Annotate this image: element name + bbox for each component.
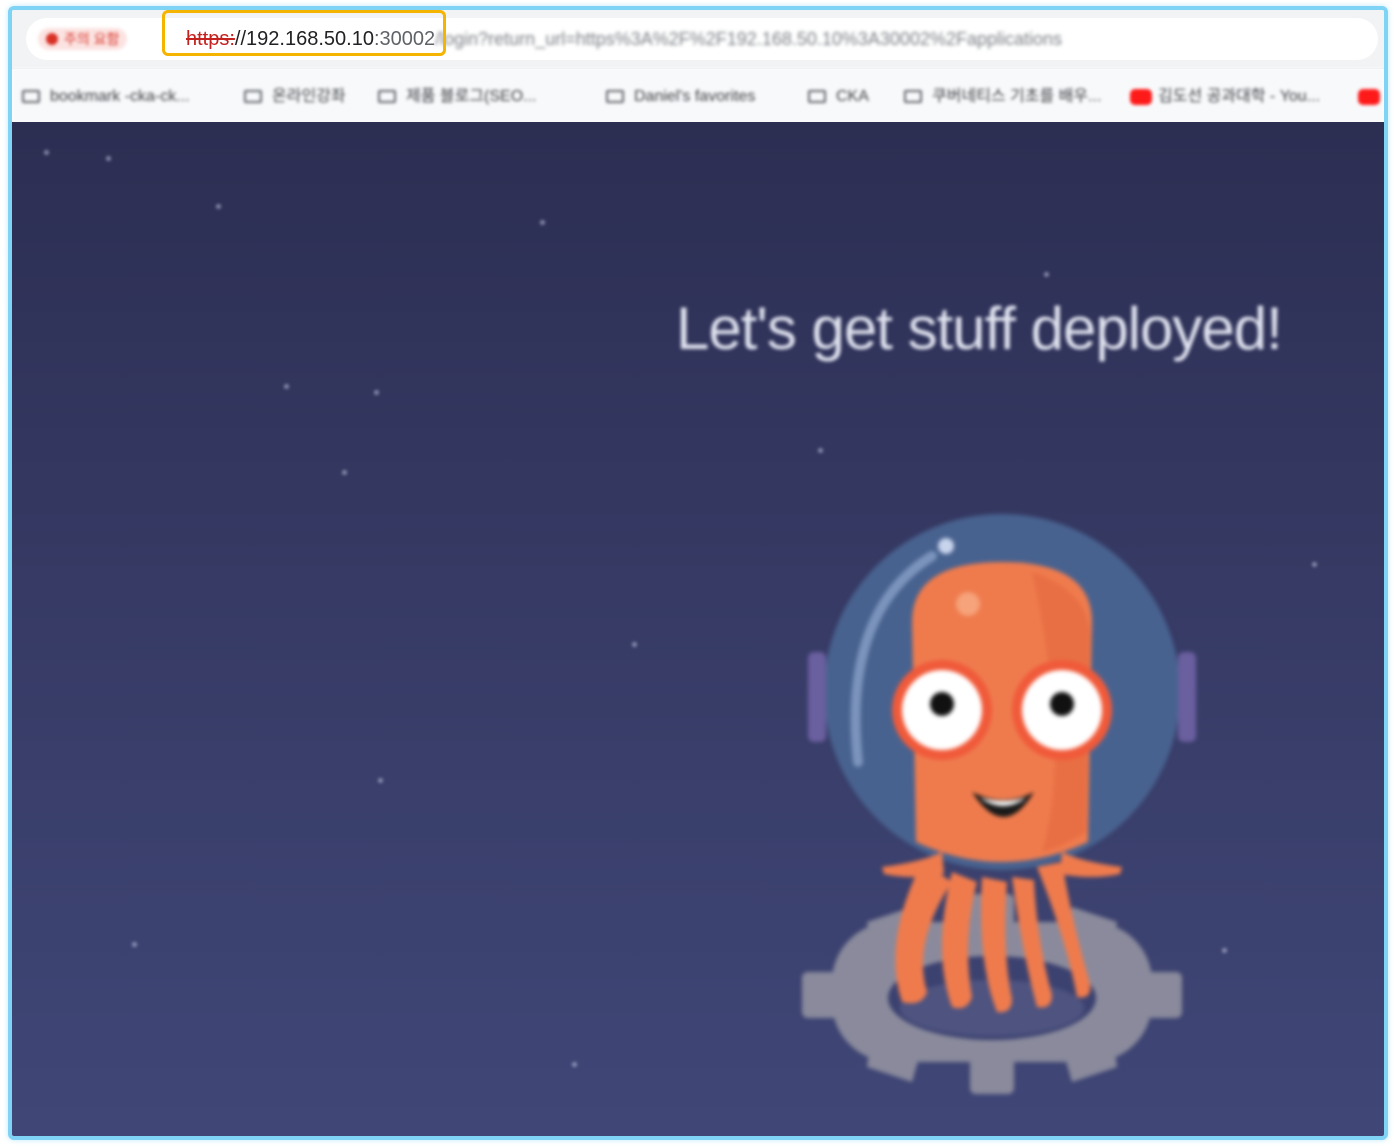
star (132, 942, 137, 947)
bookmark-item[interactable]: 제품 블로그(SEO... (378, 86, 537, 108)
bookmark-label: Daniel's favorites (634, 88, 756, 105)
bookmark-label: CKA (836, 88, 869, 105)
folder-icon (808, 90, 826, 103)
helmet-side-right (1178, 652, 1196, 742)
star (818, 448, 823, 453)
star (1044, 272, 1049, 277)
star (106, 156, 111, 161)
bookmark-item[interactable] (1358, 86, 1384, 108)
star (378, 778, 383, 783)
bookmarks-bar: bookmark -cka-ck... 온라인강좌 제품 블로그(SEO... … (12, 68, 1384, 122)
youtube-icon (1130, 89, 1152, 105)
bookmark-item[interactable]: 김도선 공과대학 - You... (1130, 86, 1320, 108)
bookmark-item[interactable]: Daniel's favorites (606, 86, 755, 108)
folder-icon (378, 90, 396, 103)
star (284, 384, 289, 389)
pupil-right (1050, 692, 1074, 716)
security-warning-label: 주의 요함 (64, 31, 120, 47)
folder-icon (22, 90, 40, 103)
helmet-glint (938, 538, 954, 554)
warning-icon (46, 33, 58, 45)
pupil-left (930, 692, 954, 716)
browser-window: 주의 요함 https://192.168.50.10:30002/login?… (8, 6, 1388, 1140)
folder-icon (904, 90, 922, 103)
argo-octopus-mascot (802, 514, 1196, 1094)
helmet-side-left (808, 652, 826, 742)
bookmark-label: 김도선 공과대학 - You... (1158, 88, 1321, 105)
star (44, 150, 49, 155)
argocd-login-splash: Let's get stuff deployed! (12, 122, 1384, 1136)
bookmark-label: 온라인강좌 (272, 88, 346, 105)
star (1312, 562, 1317, 567)
address-bar: 주의 요함 https://192.168.50.10:30002/login?… (12, 10, 1384, 69)
bookmark-label: bookmark -cka-ck... (50, 88, 190, 105)
bookmark-label: 제품 블로그(SEO... (406, 88, 537, 105)
star (572, 1062, 577, 1067)
star (342, 470, 347, 475)
folder-icon (606, 90, 624, 103)
bookmark-label: 쿠버네티스 기초를 배우... (932, 88, 1102, 105)
star (374, 390, 379, 395)
youtube-icon (1358, 89, 1380, 105)
head-highlight (956, 592, 980, 616)
bookmark-item[interactable]: bookmark -cka-ck... (22, 86, 190, 108)
bookmark-item[interactable]: CKA (808, 86, 869, 108)
star (1222, 948, 1227, 953)
bookmark-item[interactable]: 온라인강좌 (244, 86, 346, 108)
star (216, 204, 221, 209)
star (540, 220, 545, 225)
security-warning-chip[interactable]: 주의 요함 (38, 28, 128, 50)
url-highlight-box (162, 10, 446, 56)
folder-icon (244, 90, 262, 103)
bookmark-item[interactable]: 쿠버네티스 기초를 배우... (904, 86, 1101, 108)
url-path: /login?return_url=https%3A%2F%2F192.168.… (435, 29, 1063, 49)
star (632, 642, 637, 647)
page-headline: Let's get stuff deployed! (676, 295, 1283, 362)
